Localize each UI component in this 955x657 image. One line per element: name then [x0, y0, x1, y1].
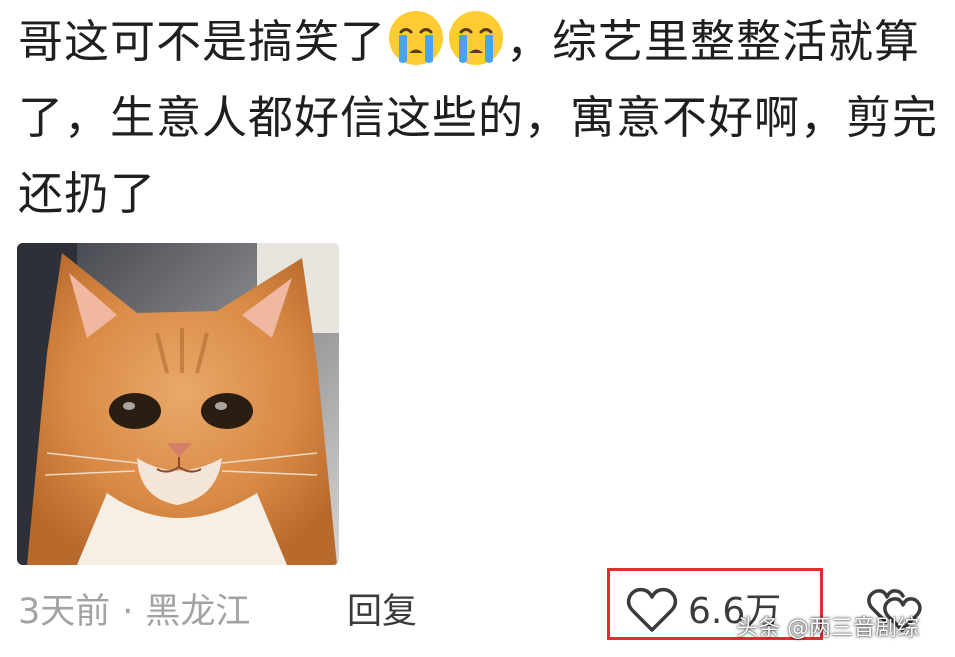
crying-face-icon	[447, 9, 505, 67]
cat-photo[interactable]	[17, 243, 339, 565]
crying-face-icon	[387, 9, 445, 67]
comment-meta: 3天前 · 黑龙江	[18, 584, 250, 640]
comment-location: 黑龙江	[145, 592, 251, 632]
comment-text-part1: 哥这可不是搞笑了	[18, 15, 387, 68]
meta-separator: ·	[122, 592, 134, 632]
watermark: 头条 @两三音剧综	[736, 616, 919, 641]
comment-time: 3天前	[18, 592, 111, 632]
comment-card: 哥这可不是搞笑了 ，综艺里整整活就算了，生意人都好信这些的，寓意不好啊，剪完还扔了	[0, 0, 955, 657]
comment-body: 哥这可不是搞笑了 ，综艺里整整活就算了，生意人都好信这些的，寓意不好啊，剪完还扔了	[18, 4, 943, 232]
heart-outline-icon	[626, 586, 678, 638]
cat-face-image	[17, 243, 339, 565]
reply-button[interactable]: 回复	[347, 584, 417, 640]
